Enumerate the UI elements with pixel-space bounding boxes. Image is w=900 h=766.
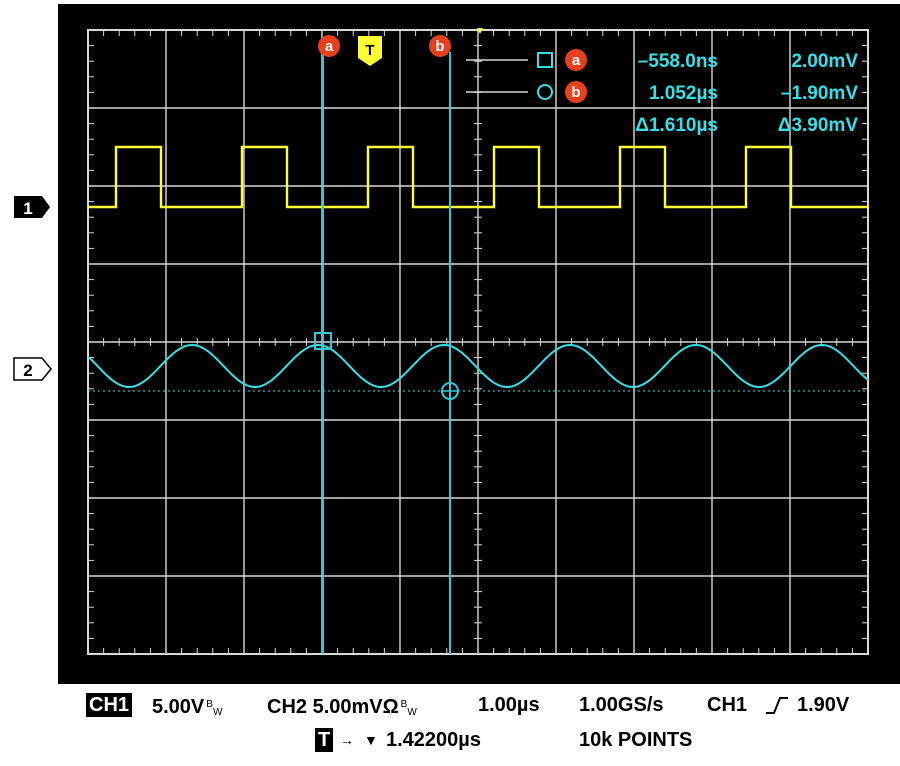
ch2-bw-w: W [407, 707, 417, 718]
screen-background [58, 4, 900, 684]
cursor-b-value: –1.90mV [781, 83, 858, 104]
cursor-a-value: 2.00mV [791, 51, 858, 72]
ch1-scale-value: 5.00V [152, 696, 205, 718]
trigger-source: CH1 [707, 694, 748, 716]
cursor-a-badge-label: a [325, 38, 334, 55]
ch2-scale-value: CH2 5.00mVΩ [267, 696, 399, 718]
trigger-marker-label: T [365, 42, 374, 59]
ch1-box-label: CH1 [86, 693, 133, 717]
arrow-down-icon: ▼ [364, 732, 378, 748]
rising-edge-icon [766, 697, 788, 714]
readout-badge-a-label: a [572, 52, 581, 69]
ch1-bw-w: W [212, 707, 223, 718]
trigger-box-label: T [315, 728, 334, 752]
sample-rate: 1.00GS/s [579, 694, 664, 716]
cursor-a-time: –558.0ns [638, 51, 718, 72]
channel-1-marker: 1 [14, 196, 50, 218]
status-bar: CH1 5.00V BW CH2 5.00mVΩ BW 1.00µs 1.00GS/… [0, 686, 900, 766]
readout-badge-b-label: b [571, 84, 580, 101]
ch1-scale: 5.00V BW [152, 693, 222, 725]
cursor-b-time: 1.052µs [649, 83, 718, 104]
trigger-level: 1.90V [797, 694, 850, 716]
timebase: 1.00µs [478, 694, 540, 716]
cursor-delta-value: Δ3.90mV [778, 115, 859, 136]
cursor-b-badge-label: b [435, 38, 444, 55]
channel-2-marker-label: 2 [23, 361, 32, 380]
arrow-right-icon: → [340, 732, 354, 748]
ch2-scale: CH2 5.00mVΩ BW [267, 693, 417, 725]
trigger-position: 1.42200µs [386, 729, 481, 751]
oscilloscope-screen: a b –558.0ns 2.00mV 1.052µs –1.90mV Δ1.6… [13, 4, 900, 684]
cursor-delta-time: Δ1.610µs [635, 115, 718, 136]
ch1-bw-icon: B [206, 699, 213, 710]
record-length: 10k POINTS [579, 729, 693, 751]
channel-2-marker: 2 [13, 357, 52, 381]
channel-1-marker-label: 1 [23, 199, 32, 218]
